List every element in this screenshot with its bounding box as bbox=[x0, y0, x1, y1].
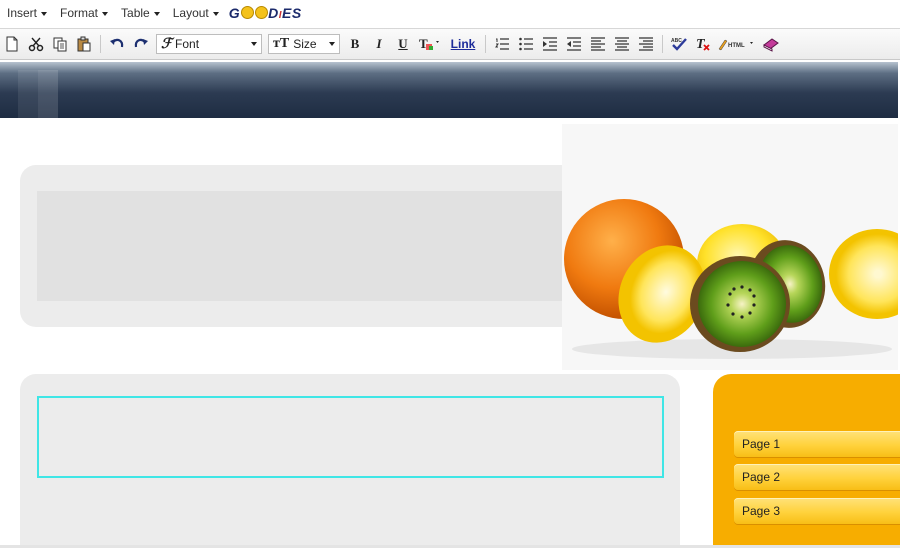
paste-icon[interactable] bbox=[73, 33, 95, 55]
menubar: Insert Format Table Layout G DIES bbox=[0, 0, 900, 26]
menu-insert[interactable]: Insert bbox=[7, 6, 48, 20]
chevron-down-icon bbox=[212, 11, 219, 16]
align-right-icon[interactable] bbox=[635, 33, 657, 55]
font-select-value: Font bbox=[175, 37, 200, 51]
nav-item-label: Page 1 bbox=[742, 437, 781, 451]
chevron-down-icon bbox=[329, 42, 335, 46]
nav-item-page-2[interactable]: Page 2 bbox=[734, 464, 900, 490]
menu-format-label: Format bbox=[60, 6, 99, 20]
chevron-down-icon bbox=[41, 11, 48, 16]
spellcheck-button[interactable]: ABC bbox=[668, 33, 690, 55]
underline-icon: U bbox=[398, 36, 408, 51]
link-icon: Link bbox=[450, 37, 476, 51]
menu-layout-label: Layout bbox=[172, 6, 209, 20]
nav-item-page-3[interactable]: Page 3 bbox=[734, 498, 900, 524]
menu-table[interactable]: Table bbox=[121, 6, 160, 20]
cut-icon[interactable] bbox=[25, 33, 47, 55]
chevron-down-icon bbox=[102, 11, 109, 16]
text-color-icon: T bbox=[419, 36, 439, 51]
unordered-list-icon[interactable] bbox=[515, 33, 537, 55]
redo-icon[interactable] bbox=[130, 33, 152, 55]
bold-icon: B bbox=[350, 36, 360, 51]
indent-icon[interactable] bbox=[539, 33, 561, 55]
html-source-icon: HTML bbox=[718, 39, 753, 51]
align-left-icon[interactable] bbox=[587, 33, 609, 55]
fruit-image bbox=[562, 124, 898, 370]
html-source-button[interactable]: HTML bbox=[716, 33, 758, 55]
svg-text:HTML: HTML bbox=[728, 43, 745, 49]
goodies-logo[interactable]: G DIES bbox=[229, 5, 302, 21]
underline-button[interactable]: U bbox=[392, 33, 414, 55]
new-document-icon[interactable] bbox=[1, 33, 23, 55]
svg-text:ABC: ABC bbox=[671, 38, 682, 44]
menu-table-label: Table bbox=[121, 6, 150, 20]
nav-item-label: Page 3 bbox=[742, 504, 781, 518]
menu-format[interactable]: Format bbox=[60, 6, 109, 20]
editable-content-box[interactable] bbox=[37, 396, 664, 478]
size-select-value: Size bbox=[293, 37, 317, 51]
copy-icon[interactable] bbox=[49, 33, 71, 55]
align-center-icon[interactable] bbox=[611, 33, 633, 55]
font-size-icon: тT bbox=[273, 36, 290, 51]
page-header-band bbox=[0, 62, 898, 118]
ordered-list-icon[interactable] bbox=[491, 33, 513, 55]
menu-layout[interactable]: Layout bbox=[173, 6, 219, 20]
link-button[interactable]: Link bbox=[446, 33, 480, 55]
editor-toolbar: ℱ Font тT Size B I U T Link ABC T HTML bbox=[0, 28, 900, 60]
help-book-icon[interactable] bbox=[760, 33, 782, 55]
italic-icon: I bbox=[376, 36, 382, 51]
italic-button[interactable]: I bbox=[368, 33, 390, 55]
bold-button[interactable]: B bbox=[344, 33, 366, 55]
menu-insert-label: Insert bbox=[7, 6, 38, 20]
font-select[interactable]: ℱ Font bbox=[156, 34, 262, 54]
chevron-down-icon bbox=[251, 42, 257, 46]
outdent-icon[interactable] bbox=[563, 33, 585, 55]
undo-icon[interactable] bbox=[106, 33, 128, 55]
font-icon: ℱ bbox=[161, 36, 173, 52]
spellcheck-icon: ABC bbox=[671, 38, 687, 51]
nav-item-label: Page 2 bbox=[742, 470, 781, 484]
text-color-button[interactable]: T bbox=[416, 33, 444, 55]
clear-format-icon[interactable]: T bbox=[692, 33, 714, 55]
chevron-down-icon bbox=[153, 11, 160, 16]
size-select[interactable]: тT Size bbox=[268, 34, 340, 54]
nav-item-page-1[interactable]: Page 1 bbox=[734, 431, 900, 457]
